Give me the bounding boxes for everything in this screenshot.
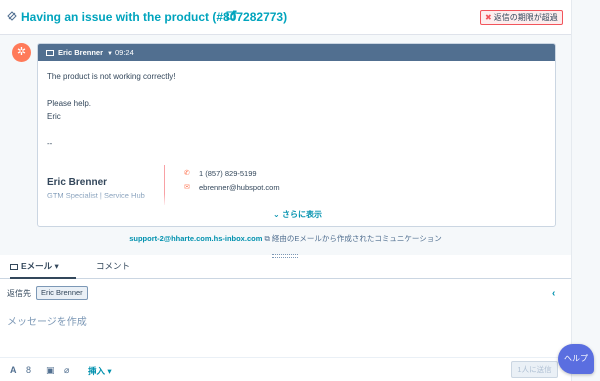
send-button[interactable]: 1人に送信: [511, 361, 558, 378]
message-line: The product is not working correctly!: [47, 72, 176, 81]
chevron-down-icon: ▾: [107, 366, 112, 376]
show-more-link[interactable]: ⌄ さらに表示: [38, 209, 555, 220]
sender-name[interactable]: Eric Brenner: [58, 48, 103, 57]
right-sidebar-edge: [571, 0, 600, 381]
signature-name: Eric Brenner: [47, 177, 108, 188]
message-line: Please help.: [47, 99, 92, 108]
composer-tabs: Eメール ▾ コメント: [0, 257, 571, 279]
message-time: 09:24: [114, 48, 134, 57]
hubspot-sprocket-icon: ✲: [12, 43, 31, 62]
overdue-badge: ✖ 返信の期限が超過: [480, 10, 563, 25]
ticket-header: Having an issue with the product (#80728…: [0, 0, 571, 35]
ticket-title[interactable]: Having an issue with the product (#80728…: [21, 10, 287, 24]
envelope-icon: [10, 264, 18, 270]
overdue-badge-label: 返信の期限が超過: [493, 13, 558, 22]
reply-to-label: 返信先: [7, 289, 31, 298]
show-more-label: さらに表示: [281, 210, 322, 219]
inbox-email-link[interactable]: support-2@hharte.com.hs-inbox.com: [129, 234, 262, 243]
message-line: --: [47, 139, 53, 148]
phone-icon: ✆: [184, 170, 190, 177]
insert-label: 挿入: [88, 366, 106, 376]
tab-comment[interactable]: コメント: [96, 257, 130, 279]
chevron-down-icon: ▾: [54, 261, 59, 271]
message-compose-field[interactable]: メッセージを作成: [7, 313, 87, 328]
email-message-header: Eric Brenner ▼ 09:24: [38, 44, 555, 61]
envelope-icon: ✉: [184, 184, 190, 191]
ticket-icon: [7, 11, 17, 21]
external-link-icon[interactable]: ⧉: [264, 234, 269, 243]
ticket-view: Having an issue with the product (#80728…: [0, 0, 571, 381]
content-fade: [38, 194, 555, 207]
text-format-icon[interactable]: A: [10, 365, 17, 375]
via-inbox-line: support-2@hharte.com.hs-inbox.com ⧉ 経由のE…: [0, 233, 571, 244]
recipient-chip[interactable]: Eric Brenner: [36, 286, 88, 300]
envelope-icon: [46, 50, 54, 56]
chevron-down-icon[interactable]: ▼: [107, 51, 113, 57]
via-description: 経由のEメールから作成されたコミュニケーション: [271, 234, 442, 243]
message-line: Eric: [47, 112, 61, 121]
email-message-card: Eric Brenner ▼ 09:24 The product is not wo…: [37, 43, 556, 227]
tab-email[interactable]: Eメール ▾: [10, 257, 76, 279]
chevron-left-icon[interactable]: ‹: [552, 288, 555, 299]
insert-menu[interactable]: 挿入 ▾: [88, 365, 112, 377]
tab-email-label: Eメール: [21, 261, 53, 271]
reply-to-row: 返信先 Eric Brenner ‹: [0, 280, 571, 306]
attachment-icon[interactable]: ⌀: [64, 365, 69, 376]
composer-toolbar: A 8 ▣ ⌀ 挿入 ▾ 1人に送信: [0, 357, 571, 381]
alert-icon: ✖: [485, 13, 492, 22]
signature-phone-text: 1 (857) 829-5199: [199, 169, 257, 178]
external-link-icon[interactable]: [226, 10, 237, 21]
signature-email-text: ebrenner@hubspot.com: [199, 183, 280, 192]
image-icon[interactable]: ▣: [46, 365, 55, 376]
help-button[interactable]: ヘルプ: [558, 344, 594, 374]
snippet-icon[interactable]: 8: [26, 365, 31, 375]
